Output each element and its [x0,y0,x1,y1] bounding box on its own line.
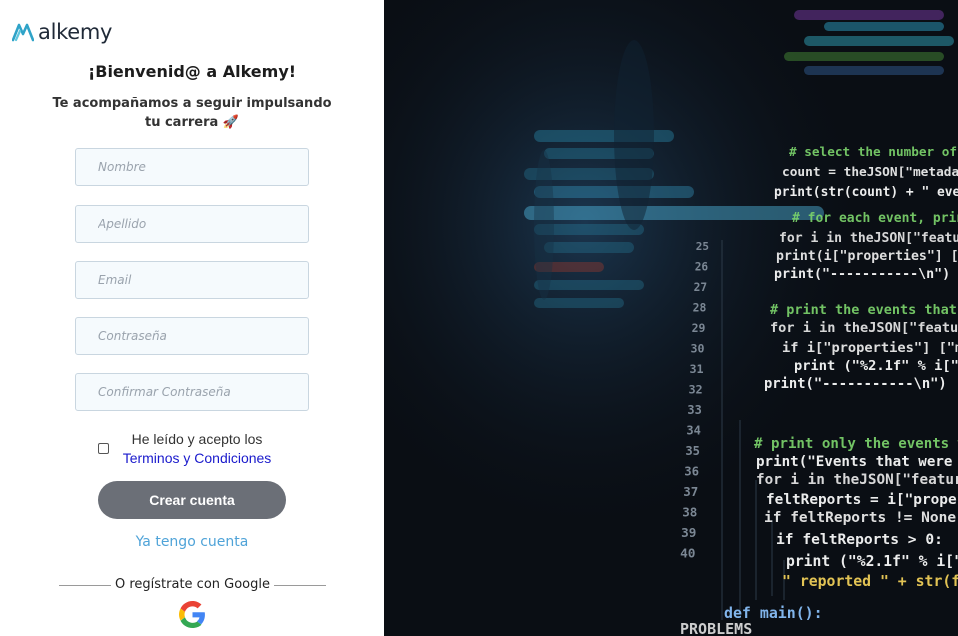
line-number: 40 [680,547,695,562]
google-icon[interactable] [179,601,206,628]
code-line: feltReports = i["properties [766,492,958,508]
terms-text: He leído y acepto los [131,431,263,447]
line-number: 35 [685,444,700,458]
confirm-password-field[interactable] [75,373,309,411]
blurred-code-bar [534,150,554,300]
blurred-code-bar [534,186,694,198]
code-line: if i["properties"] ["mag" [782,340,958,356]
page-title: ¡Bienvenid@ a Alkemy! [87,62,297,81]
line-number: 34 [686,424,701,438]
code-line: # for each event, print th [792,211,958,226]
terms-checkbox[interactable] [98,443,109,454]
terms-link[interactable]: Terminos y Condiciones [123,450,272,466]
code-editor-photo: 25 26 27 28 29 30 31 32 33 34 35 36 37 38 39 40 # selec… [384,0,958,636]
line-number: 26 [695,261,709,274]
blurred-code-bar [524,206,824,220]
line-number: 33 [687,403,701,417]
line-number: 25 [696,240,709,253]
code-line: for i in theJSON["features" [779,231,958,246]
code-line: print ("%2.1f" % i["prope [786,553,958,570]
password-field[interactable] [75,317,309,355]
blurred-code-bar [544,242,634,253]
code-line: # print only the events where [754,436,958,452]
blurred-code-bar [794,10,944,20]
code-line: for i in theJSON["features" [756,472,958,488]
google-divider: O regístrate con Google [59,577,326,595]
code-line: PROBLEMS [680,620,752,636]
line-number: 36 [684,465,699,479]
brand-name: alkemy [38,20,113,44]
blurred-code-bar [784,52,944,61]
code-line: # select the number of ev [789,144,958,159]
terms-label: He leído y acepto los Terminos y Condici… [111,430,283,468]
code-line: " reported " + str(felt [782,573,958,590]
login-link[interactable]: Ya tengo cuenta [0,534,384,550]
signup-panel: alkemy ¡Bienvenid@ a Alkemy! Te acompaña… [0,0,384,636]
code-line: if feltReports != None: [764,510,958,526]
nombre-field[interactable] [75,148,309,186]
code-line: print ("%2.1f" % i["prop [794,358,958,374]
alkemy-logo-icon [12,23,34,42]
page-subtitle: Te acompañamos a seguir impulsando tu ca… [52,96,332,130]
email-field[interactable] [75,261,309,299]
brand-logo[interactable]: alkemy [12,20,112,44]
code-line: for i in theJSON["features" [770,320,958,336]
create-account-button[interactable]: Crear cuenta [98,481,286,519]
code-line: print(str(count) + " ever [774,185,958,200]
code-line: count = theJSON["metadata" [782,165,958,180]
code-line: print("-----------\n") [764,376,947,392]
line-number: 28 [693,301,707,315]
code-line: if feltReports > 0: [776,531,943,548]
line-number: 37 [683,484,698,499]
line-number: 38 [682,505,697,520]
blurred-code-bar [804,66,944,75]
line-number: 29 [692,321,706,335]
line-number: 30 [691,342,705,356]
line-number: 39 [681,525,696,540]
line-number: 32 [688,383,702,397]
hero-image: 25 26 27 28 29 30 31 32 33 34 35 36 37 38 39 40 # selec… [384,0,958,636]
blurred-code-bar [824,22,944,31]
line-number: 27 [694,281,708,294]
code-line: print("Events that were felt [756,454,958,470]
code-line: print(i["properties"] ["p [776,248,958,264]
line-number: 31 [689,362,703,376]
blurred-code-bar [534,298,624,308]
apellido-field[interactable] [75,205,309,243]
google-divider-text: O regístrate con Google [110,577,274,592]
code-line: print("-----------\n") [774,266,950,282]
blurred-code-bar [614,40,654,230]
blurred-code-bar [804,36,954,46]
code-line: # print the events that onl [770,302,958,318]
